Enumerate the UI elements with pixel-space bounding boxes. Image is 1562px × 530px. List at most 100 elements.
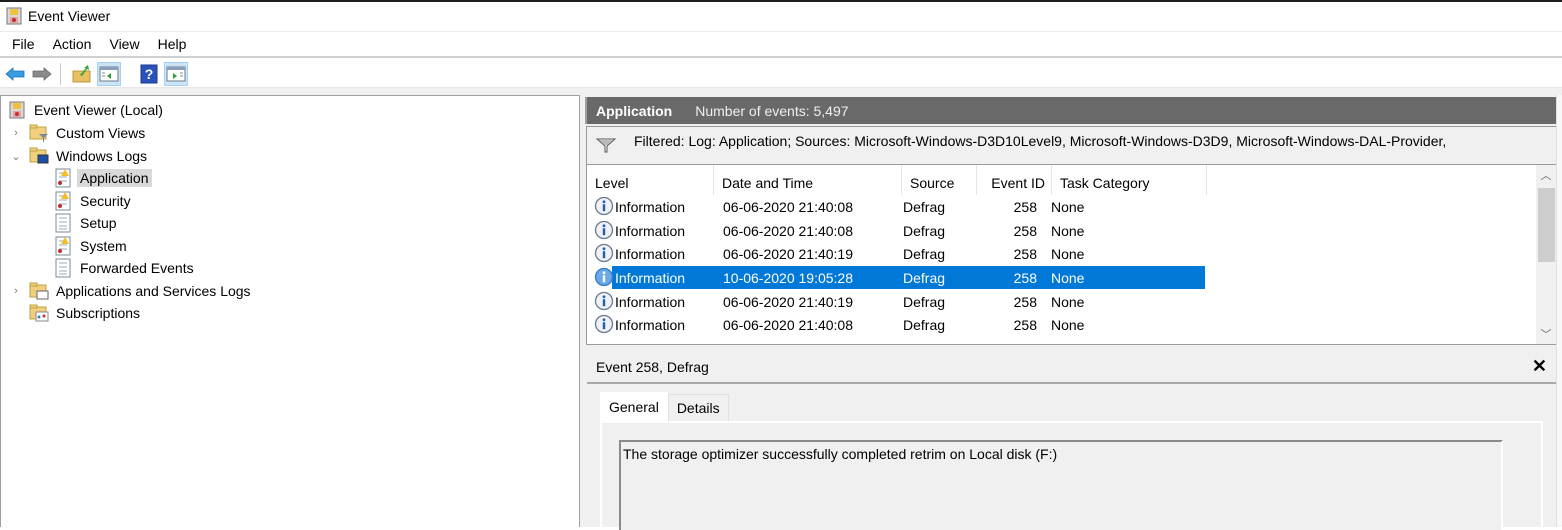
- cell-event-id: 258: [1013, 317, 1037, 334]
- cell-event-id: 258: [1013, 246, 1037, 263]
- column-level[interactable]: Level: [587, 165, 714, 195]
- back-button[interactable]: [3, 62, 27, 86]
- tab-general[interactable]: General: [600, 392, 668, 421]
- action-pane-icon: [166, 66, 186, 81]
- information-icon: [594, 244, 614, 263]
- events-vertical-scrollbar[interactable]: ︿ ﹀: [1536, 165, 1556, 344]
- up-one-level-button[interactable]: [70, 62, 94, 86]
- information-icon: [594, 291, 614, 310]
- tree-label: Event Viewer (Local): [34, 102, 163, 118]
- cell-date: 10-06-2020 19:05:28: [723, 269, 853, 286]
- tree-item-forwarded-events[interactable]: Forwarded Events: [53, 257, 197, 279]
- tree-item-system[interactable]: System: [53, 235, 130, 257]
- cell-source: Defrag: [903, 222, 946, 239]
- scroll-up-icon[interactable]: ︿: [1536, 167, 1556, 183]
- cell-date: 06-06-2020 21:40:19: [723, 246, 853, 263]
- information-icon: [594, 220, 614, 239]
- cell-category: None: [1051, 293, 1085, 310]
- tree-item-applications-and-services-logs[interactable]: › Applications and Services Logs: [9, 280, 254, 302]
- filtered-folder-icon: [29, 123, 49, 143]
- cell-level: Information: [615, 293, 686, 310]
- event-row[interactable]: Information 06-06-2020 21:40:08 Defrag 2…: [587, 219, 1205, 243]
- show-hide-action-pane-button[interactable]: [164, 61, 188, 86]
- events-list: Level Date and Time Source Event ID Task…: [586, 164, 1557, 345]
- event-row[interactable]: Information 06-06-2020 21:40:08 Defrag 2…: [587, 313, 1205, 337]
- column-date-time[interactable]: Date and Time: [714, 165, 902, 195]
- event-row[interactable]: Information 06-06-2020 21:40:08 Defrag 2…: [587, 195, 1205, 219]
- chevron-right-icon[interactable]: ›: [9, 285, 23, 297]
- cell-category: None: [1051, 317, 1085, 334]
- column-task-category[interactable]: Task Category: [1052, 165, 1207, 195]
- tab-details[interactable]: Details: [667, 394, 729, 421]
- cell-event-id: 258: [1013, 269, 1037, 286]
- cell-category: None: [1051, 269, 1085, 286]
- tree-label: Forwarded Events: [80, 260, 194, 276]
- console-tree: Event Viewer (Local) › Custom Views ⌄ Wi…: [0, 95, 580, 527]
- log-icon: [53, 213, 73, 233]
- folder-icon: [29, 281, 49, 301]
- column-label: Task Category: [1060, 175, 1150, 191]
- help-icon: ?: [140, 64, 158, 83]
- menu-bar: File Action View Help: [0, 31, 1562, 58]
- menu-help[interactable]: Help: [149, 36, 196, 52]
- event-detail-header: Event 258, Defrag ✕: [587, 352, 1557, 384]
- tree-item-application[interactable]: Application: [53, 167, 152, 189]
- tree-item-custom-views[interactable]: › Custom Views: [9, 122, 148, 144]
- tree-item-event-viewer-local[interactable]: Event Viewer (Local): [7, 99, 166, 121]
- event-message-box[interactable]: The storage optimizer successfully compl…: [619, 440, 1503, 530]
- information-icon: [594, 196, 614, 216]
- cell-date: 06-06-2020 21:40:08: [723, 317, 853, 334]
- event-viewer-app-icon: [6, 7, 22, 25]
- cell-event-id: 258: [1013, 293, 1037, 310]
- information-icon: [594, 267, 614, 287]
- event-viewer-icon: [7, 100, 27, 120]
- back-arrow-icon: [5, 66, 25, 81]
- menu-action[interactable]: Action: [44, 36, 101, 52]
- column-source[interactable]: Source: [902, 165, 977, 195]
- column-event-id[interactable]: Event ID: [977, 165, 1052, 195]
- forward-button[interactable]: [30, 62, 54, 86]
- log-header: Application Number of events: 5,497: [585, 97, 1559, 124]
- filter-bar: Filtered: Log: Application; Sources: Mic…: [586, 126, 1557, 164]
- window-title: Event Viewer: [28, 8, 111, 24]
- list-header: Level Date and Time Source Event ID Task…: [587, 165, 1537, 195]
- cell-level: Information: [615, 198, 686, 215]
- tree-item-security[interactable]: Security: [53, 190, 134, 212]
- help-button[interactable]: ?: [137, 62, 161, 86]
- detail-tabs: General Details: [600, 392, 729, 421]
- main-pane: Application Number of events: 5,497 Filt…: [585, 95, 1562, 530]
- chevron-down-icon[interactable]: ⌄: [9, 150, 23, 163]
- event-row[interactable]: Information 06-06-2020 21:40:19 Defrag 2…: [587, 242, 1205, 266]
- menu-file[interactable]: File: [0, 36, 44, 52]
- show-hide-console-tree-button[interactable]: [97, 61, 121, 86]
- cell-source: Defrag: [903, 317, 946, 334]
- chevron-right-icon[interactable]: ›: [9, 127, 23, 139]
- cell-source: Defrag: [903, 198, 946, 215]
- forward-arrow-icon: [32, 66, 52, 81]
- tree-item-setup[interactable]: Setup: [53, 212, 120, 234]
- close-icon[interactable]: ✕: [1532, 356, 1547, 377]
- log-name: Application: [596, 102, 673, 119]
- event-row-selected[interactable]: Information 10-06-2020 19:05:28 Defrag 2…: [587, 266, 1205, 290]
- menu-view[interactable]: View: [100, 36, 148, 52]
- log-icon: [53, 258, 73, 278]
- actions-pane-edge: [1556, 95, 1562, 527]
- event-detail-title: Event 258, Defrag: [596, 359, 709, 375]
- log-warning-icon: [53, 236, 73, 256]
- event-message: The storage optimizer successfully compl…: [623, 446, 1058, 462]
- cell-event-id: 258: [1013, 198, 1037, 215]
- tree-label: Subscriptions: [56, 305, 141, 321]
- tree-item-subscriptions[interactable]: Subscriptions: [9, 302, 143, 324]
- cell-category: None: [1051, 222, 1085, 239]
- tree-item-windows-logs[interactable]: ⌄ Windows Logs: [9, 145, 150, 167]
- cell-source: Defrag: [903, 246, 946, 263]
- cell-event-id: 258: [1013, 222, 1037, 239]
- cell-source: Defrag: [903, 269, 946, 286]
- scroll-thumb[interactable]: [1538, 188, 1555, 262]
- event-row[interactable]: Information 06-06-2020 21:40:19 Defrag 2…: [587, 290, 1205, 314]
- filter-description: Filtered: Log: Application; Sources: Mic…: [634, 133, 1447, 149]
- log-warning-icon: [53, 168, 73, 188]
- subscriptions-folder-icon: [29, 303, 49, 323]
- scroll-down-icon[interactable]: ﹀: [1536, 326, 1556, 342]
